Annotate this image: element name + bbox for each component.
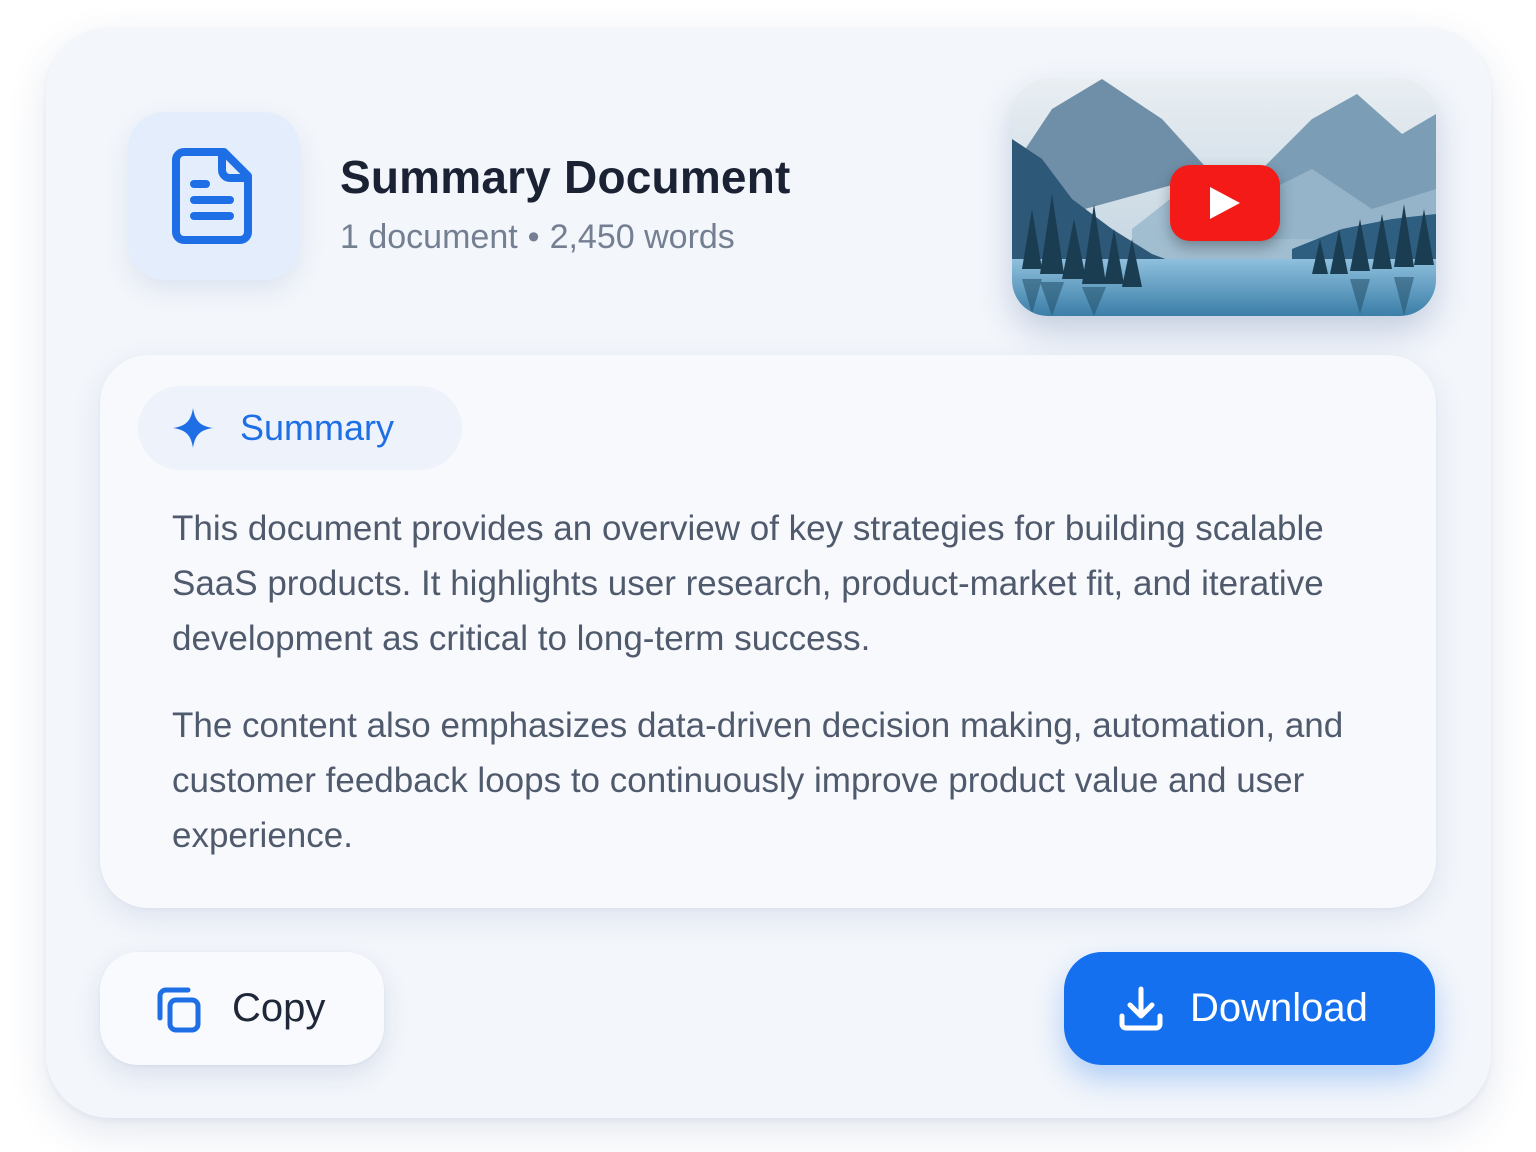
document-icon xyxy=(172,148,252,244)
summary-paragraph-2: The content also emphasizes data-driven … xyxy=(172,706,1344,855)
download-button[interactable]: Download xyxy=(1064,952,1435,1065)
document-meta: 1 document • 2,450 words xyxy=(340,218,735,257)
word-count: 2,450 words xyxy=(549,218,735,256)
meta-separator: • xyxy=(527,218,540,256)
download-icon xyxy=(1119,986,1163,1030)
document-title: Summary Document xyxy=(340,151,791,203)
summary-paragraph-1: This document provides an overview of ke… xyxy=(172,509,1324,658)
copy-button[interactable]: Copy xyxy=(100,952,384,1065)
play-icon xyxy=(1210,187,1240,219)
copy-button-label: Copy xyxy=(232,986,326,1030)
video-thumbnail[interactable] xyxy=(1012,79,1436,316)
file-icon-tile xyxy=(128,112,300,280)
play-button[interactable] xyxy=(1170,165,1280,241)
summary-chip: Summary xyxy=(138,386,462,470)
sparkle-icon xyxy=(173,408,213,448)
document-count: 1 document xyxy=(340,218,518,256)
summary-chip-label: Summary xyxy=(240,407,395,448)
copy-icon xyxy=(157,987,201,1032)
download-button-label: Download xyxy=(1190,986,1368,1030)
